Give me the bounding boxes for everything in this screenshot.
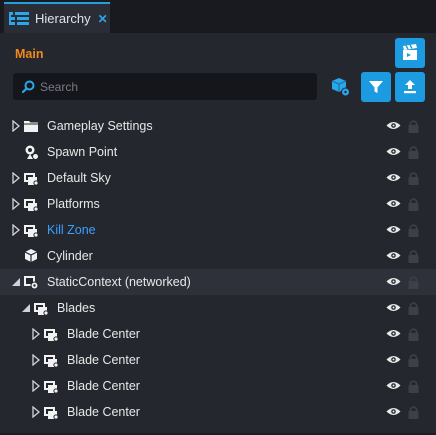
- tree-item-label: StaticContext (networked): [47, 275, 191, 289]
- lock-icon[interactable]: [408, 223, 419, 237]
- lock-icon[interactable]: [408, 197, 419, 211]
- lock-icon[interactable]: [408, 379, 419, 393]
- visibility-eye-icon[interactable]: [386, 328, 401, 339]
- group-icon: [24, 225, 39, 238]
- visibility-eye-icon[interactable]: [386, 146, 401, 157]
- group-icon: [44, 407, 59, 420]
- tree-row[interactable]: Blade Center: [0, 373, 436, 399]
- group-icon: [44, 355, 59, 368]
- tree-row[interactable]: Kill Zone: [0, 217, 436, 243]
- tree-row[interactable]: Cylinder: [0, 243, 436, 269]
- visibility-eye-icon[interactable]: [386, 224, 401, 235]
- clapperboard-icon: [403, 44, 417, 60]
- lock-icon[interactable]: [408, 119, 419, 133]
- lock-icon[interactable]: [408, 327, 419, 341]
- collapsed-arrow-icon[interactable]: [31, 354, 41, 366]
- tree-row[interactable]: Default Sky: [0, 165, 436, 191]
- tree-item-label: Gameplay Settings: [47, 119, 153, 133]
- tab-bar: Hierarchy ✕: [0, 0, 436, 33]
- group-icon: [34, 303, 49, 316]
- collapsed-arrow-icon[interactable]: [31, 406, 41, 418]
- expanded-arrow-icon[interactable]: [21, 302, 31, 314]
- lock-icon[interactable]: [408, 275, 419, 289]
- visibility-eye-icon[interactable]: [386, 276, 401, 287]
- clapperboard-button[interactable]: [395, 38, 425, 68]
- tree-row[interactable]: Blades: [0, 295, 436, 321]
- tree-item-label: Blade Center: [67, 405, 140, 419]
- search-icon: [22, 80, 35, 93]
- cube-icon: [24, 249, 38, 262]
- tree-row[interactable]: Platforms: [0, 191, 436, 217]
- context-icon: [24, 276, 39, 290]
- tab-label: Hierarchy: [35, 11, 91, 26]
- group-icon: [24, 199, 39, 212]
- tree-row[interactable]: Blade Center: [0, 399, 436, 425]
- tree-row[interactable]: Gameplay Settings: [0, 113, 436, 139]
- collapsed-arrow-icon[interactable]: [11, 120, 21, 132]
- tree-item-label: Default Sky: [47, 171, 111, 185]
- tree-item-label: Platforms: [47, 197, 100, 211]
- upload-icon: [404, 80, 416, 94]
- hierarchy-tree: Gameplay Settings Spawn Point Default Sky P…: [0, 113, 436, 425]
- tree-row[interactable]: Blade Center: [0, 347, 436, 373]
- tree-row[interactable]: Spawn Point: [0, 139, 436, 165]
- tree-item-label: Blades: [57, 301, 96, 315]
- group-icon: [44, 329, 59, 342]
- visibility-eye-icon[interactable]: [386, 250, 401, 261]
- collapsed-arrow-icon[interactable]: [31, 328, 41, 340]
- hierarchy-panel: Main Gameplay SettingsSp: [0, 33, 436, 435]
- lock-icon[interactable]: [408, 249, 419, 263]
- tab-hierarchy[interactable]: Hierarchy ✕: [4, 2, 110, 33]
- visibility-eye-icon[interactable]: [386, 302, 401, 313]
- search-box[interactable]: [13, 73, 317, 100]
- context-title: Main: [15, 47, 44, 61]
- spawn-point-icon: [25, 145, 38, 159]
- lock-icon[interactable]: [408, 405, 419, 419]
- lock-icon[interactable]: [408, 353, 419, 367]
- visibility-eye-icon[interactable]: [386, 172, 401, 183]
- filter-button[interactable]: [361, 72, 391, 102]
- tree-item-label: Blade Center: [67, 379, 140, 393]
- visibility-eye-icon[interactable]: [386, 120, 401, 131]
- close-icon[interactable]: ✕: [98, 12, 108, 26]
- tree-item-label: Spawn Point: [47, 145, 118, 159]
- collapsed-arrow-icon[interactable]: [11, 172, 21, 184]
- collapsed-arrow-icon[interactable]: [11, 198, 21, 210]
- tree-row[interactable]: StaticContext (networked): [0, 269, 436, 295]
- search-input[interactable]: [40, 79, 300, 94]
- tree-item-label: Blade Center: [67, 353, 140, 367]
- visibility-eye-icon[interactable]: [386, 380, 401, 391]
- cube-object-icon[interactable]: [330, 76, 352, 98]
- collapse-all-button[interactable]: [395, 72, 425, 102]
- visibility-eye-icon[interactable]: [386, 406, 401, 417]
- folder-icon: [24, 121, 38, 132]
- collapsed-arrow-icon[interactable]: [11, 224, 21, 236]
- group-icon: [44, 381, 59, 394]
- tree-item-label: Blade Center: [67, 327, 140, 341]
- collapsed-arrow-icon[interactable]: [31, 380, 41, 392]
- tree-item-label: Kill Zone: [47, 223, 96, 237]
- tree-row[interactable]: Blade Center: [0, 321, 436, 347]
- filter-icon: [369, 81, 383, 93]
- visibility-eye-icon[interactable]: [386, 354, 401, 365]
- expanded-arrow-icon[interactable]: [11, 276, 21, 288]
- group-icon: [24, 173, 39, 186]
- tree-item-label: Cylinder: [47, 249, 93, 263]
- visibility-eye-icon[interactable]: [386, 198, 401, 209]
- lock-icon[interactable]: [408, 171, 419, 185]
- lock-icon[interactable]: [408, 145, 419, 159]
- hierarchy-list-icon: [9, 11, 29, 25]
- lock-icon[interactable]: [408, 301, 419, 315]
